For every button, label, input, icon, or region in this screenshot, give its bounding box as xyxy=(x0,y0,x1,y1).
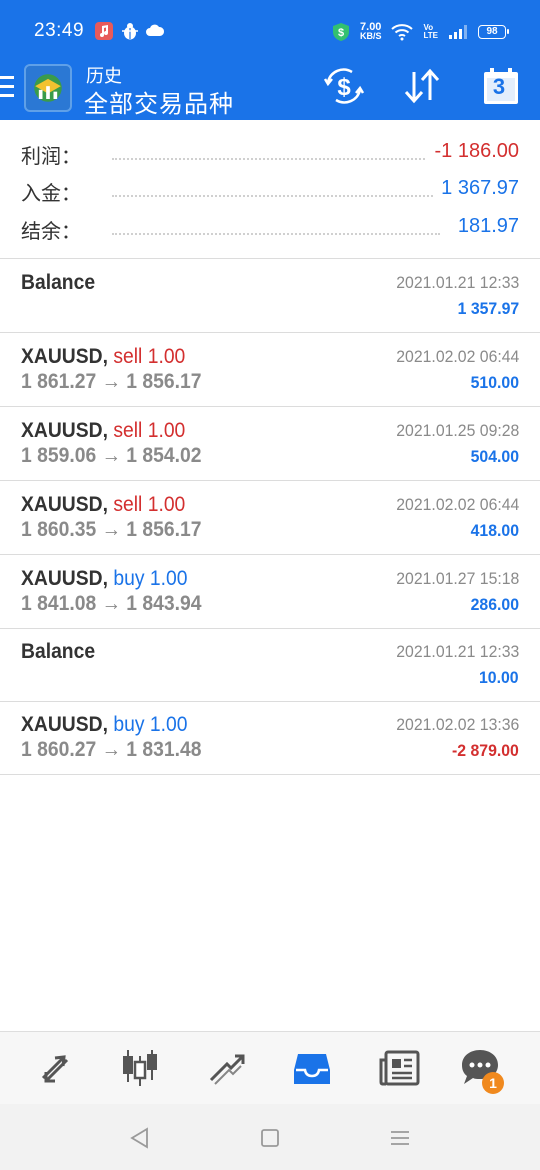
chat-badge: 1 xyxy=(482,1072,504,1094)
svg-text:$: $ xyxy=(338,27,344,39)
deal-symbol: Balance xyxy=(21,640,96,663)
bug-icon xyxy=(122,23,138,40)
summary-value: 181.97 xyxy=(449,215,519,238)
quotes-icon[interactable] xyxy=(33,1046,77,1090)
dotted-leader xyxy=(112,195,440,197)
sort-icon[interactable] xyxy=(400,66,444,106)
deal-date: 2021.01.25 09:28 xyxy=(395,421,519,440)
summary-row-profit: 利润： -1 186.00 xyxy=(0,140,540,176)
summary-value: 1 367.97 xyxy=(433,177,519,200)
summary-row-deposit: 入金： 1 367.97 xyxy=(0,177,540,213)
dotted-leader xyxy=(112,158,440,160)
deal-date: 2021.01.21 12:33 xyxy=(395,273,519,292)
list-item[interactable]: XAUUSD, buy 1.00 1 860.27 → 1 831.48 202… xyxy=(0,701,540,775)
back-icon[interactable] xyxy=(128,1126,152,1150)
metatrader-logo-icon xyxy=(24,64,72,112)
deal-symbol: XAUUSD, sell 1.00 xyxy=(21,419,186,442)
status-time: 23:49 xyxy=(34,20,85,41)
deal-profit: 504.00 xyxy=(470,447,519,466)
news-icon[interactable] xyxy=(377,1046,421,1090)
summary-label: 结余： xyxy=(21,221,81,243)
deal-date: 2021.02.02 06:44 xyxy=(395,347,519,366)
summary-value: -1 186.00 xyxy=(426,140,519,163)
deal-symbol: XAUUSD, sell 1.00 xyxy=(21,493,186,516)
network-speed: 7.00 KB/S xyxy=(359,21,382,41)
deal-profit: 510.00 xyxy=(470,373,519,392)
wifi-icon xyxy=(391,24,414,41)
deal-profit: -2 879.00 xyxy=(452,741,519,760)
deal-symbol: Balance xyxy=(21,271,96,294)
deal-prices: 1 859.06 → 1 854.02 xyxy=(21,444,202,467)
list-item[interactable]: Balance 2021.01.21 12:33 10.00 xyxy=(0,628,540,702)
deal-profit: 1 357.97 xyxy=(457,299,519,318)
history-summary: 利润： -1 186.00 入金： 1 367.97 结余： 181.97 xyxy=(0,120,540,259)
deal-prices: 1 860.35 → 1 856.17 xyxy=(21,518,202,541)
list-item[interactable]: XAUUSD, sell 1.00 1 859.06 → 1 854.02 20… xyxy=(0,407,540,481)
calendar-day: 3 xyxy=(492,74,506,99)
volte-indicator: Vo LTE xyxy=(423,23,438,40)
deal-symbol: XAUUSD, buy 1.00 xyxy=(21,713,188,736)
svg-text:$: $ xyxy=(337,74,351,101)
deal-side: sell 1.00 xyxy=(113,345,186,368)
deal-symbol: XAUUSD, sell 1.00 xyxy=(21,345,186,368)
list-item[interactable]: XAUUSD, sell 1.00 1 861.27 → 1 856.17 20… xyxy=(0,333,540,407)
deal-profit: 10.00 xyxy=(479,668,519,687)
recents-icon[interactable] xyxy=(388,1126,412,1150)
status-bar: 23:49 $ 7.00 KB/S Vo LTE 98 xyxy=(0,0,540,62)
deal-date: 2021.01.21 12:33 xyxy=(395,642,519,661)
summary-row-balance: 结余： 181.97 xyxy=(0,215,540,251)
chart-icon[interactable] xyxy=(118,1046,162,1090)
deal-date: 2021.02.02 06:44 xyxy=(395,495,519,514)
bottom-navigation: 1 xyxy=(0,1031,540,1104)
deal-side: buy 1.00 xyxy=(113,713,188,736)
history-icon[interactable] xyxy=(290,1046,334,1090)
cloud-icon xyxy=(146,24,165,36)
deal-prices: 1 861.27 → 1 856.17 xyxy=(21,370,202,393)
dotted-leader xyxy=(112,233,440,235)
deal-date: 2021.02.02 13:36 xyxy=(395,715,519,734)
deal-side: sell 1.00 xyxy=(113,419,186,442)
menu-icon[interactable] xyxy=(0,76,16,102)
deal-side: buy 1.00 xyxy=(113,567,188,590)
shield-dollar-icon: $ xyxy=(332,23,349,41)
system-navigation xyxy=(0,1104,540,1170)
signal-icon xyxy=(449,25,467,39)
deal-prices: 1 841.08 → 1 843.94 xyxy=(21,592,202,615)
deal-profit: 418.00 xyxy=(470,521,519,540)
home-icon[interactable] xyxy=(258,1126,282,1150)
summary-label: 利润： xyxy=(21,146,81,168)
list-item[interactable]: Balance 2021.01.21 12:33 1 357.97 xyxy=(0,259,540,333)
trade-icon[interactable] xyxy=(205,1046,249,1090)
header-title[interactable]: 全部交易品种 xyxy=(84,84,234,119)
deal-profit: 286.00 xyxy=(470,595,519,614)
currency-exchange-icon[interactable]: $ xyxy=(322,66,366,106)
deal-date: 2021.01.27 15:18 xyxy=(395,569,519,588)
app-header: 历史 全部交易品种 $ 3 xyxy=(0,62,540,120)
chat-button[interactable]: 1 xyxy=(458,1046,504,1094)
summary-label: 入金： xyxy=(21,183,81,205)
deal-symbol: XAUUSD, buy 1.00 xyxy=(21,567,188,590)
deal-side: sell 1.00 xyxy=(113,493,186,516)
list-item[interactable]: XAUUSD, buy 1.00 1 841.08 → 1 843.94 202… xyxy=(0,555,540,629)
music-app-icon xyxy=(95,22,113,40)
deal-prices: 1 860.27 → 1 831.48 xyxy=(21,738,202,761)
battery-icon: 98 xyxy=(478,25,509,39)
list-item[interactable]: XAUUSD, sell 1.00 1 860.35 → 1 856.17 20… xyxy=(0,481,540,555)
